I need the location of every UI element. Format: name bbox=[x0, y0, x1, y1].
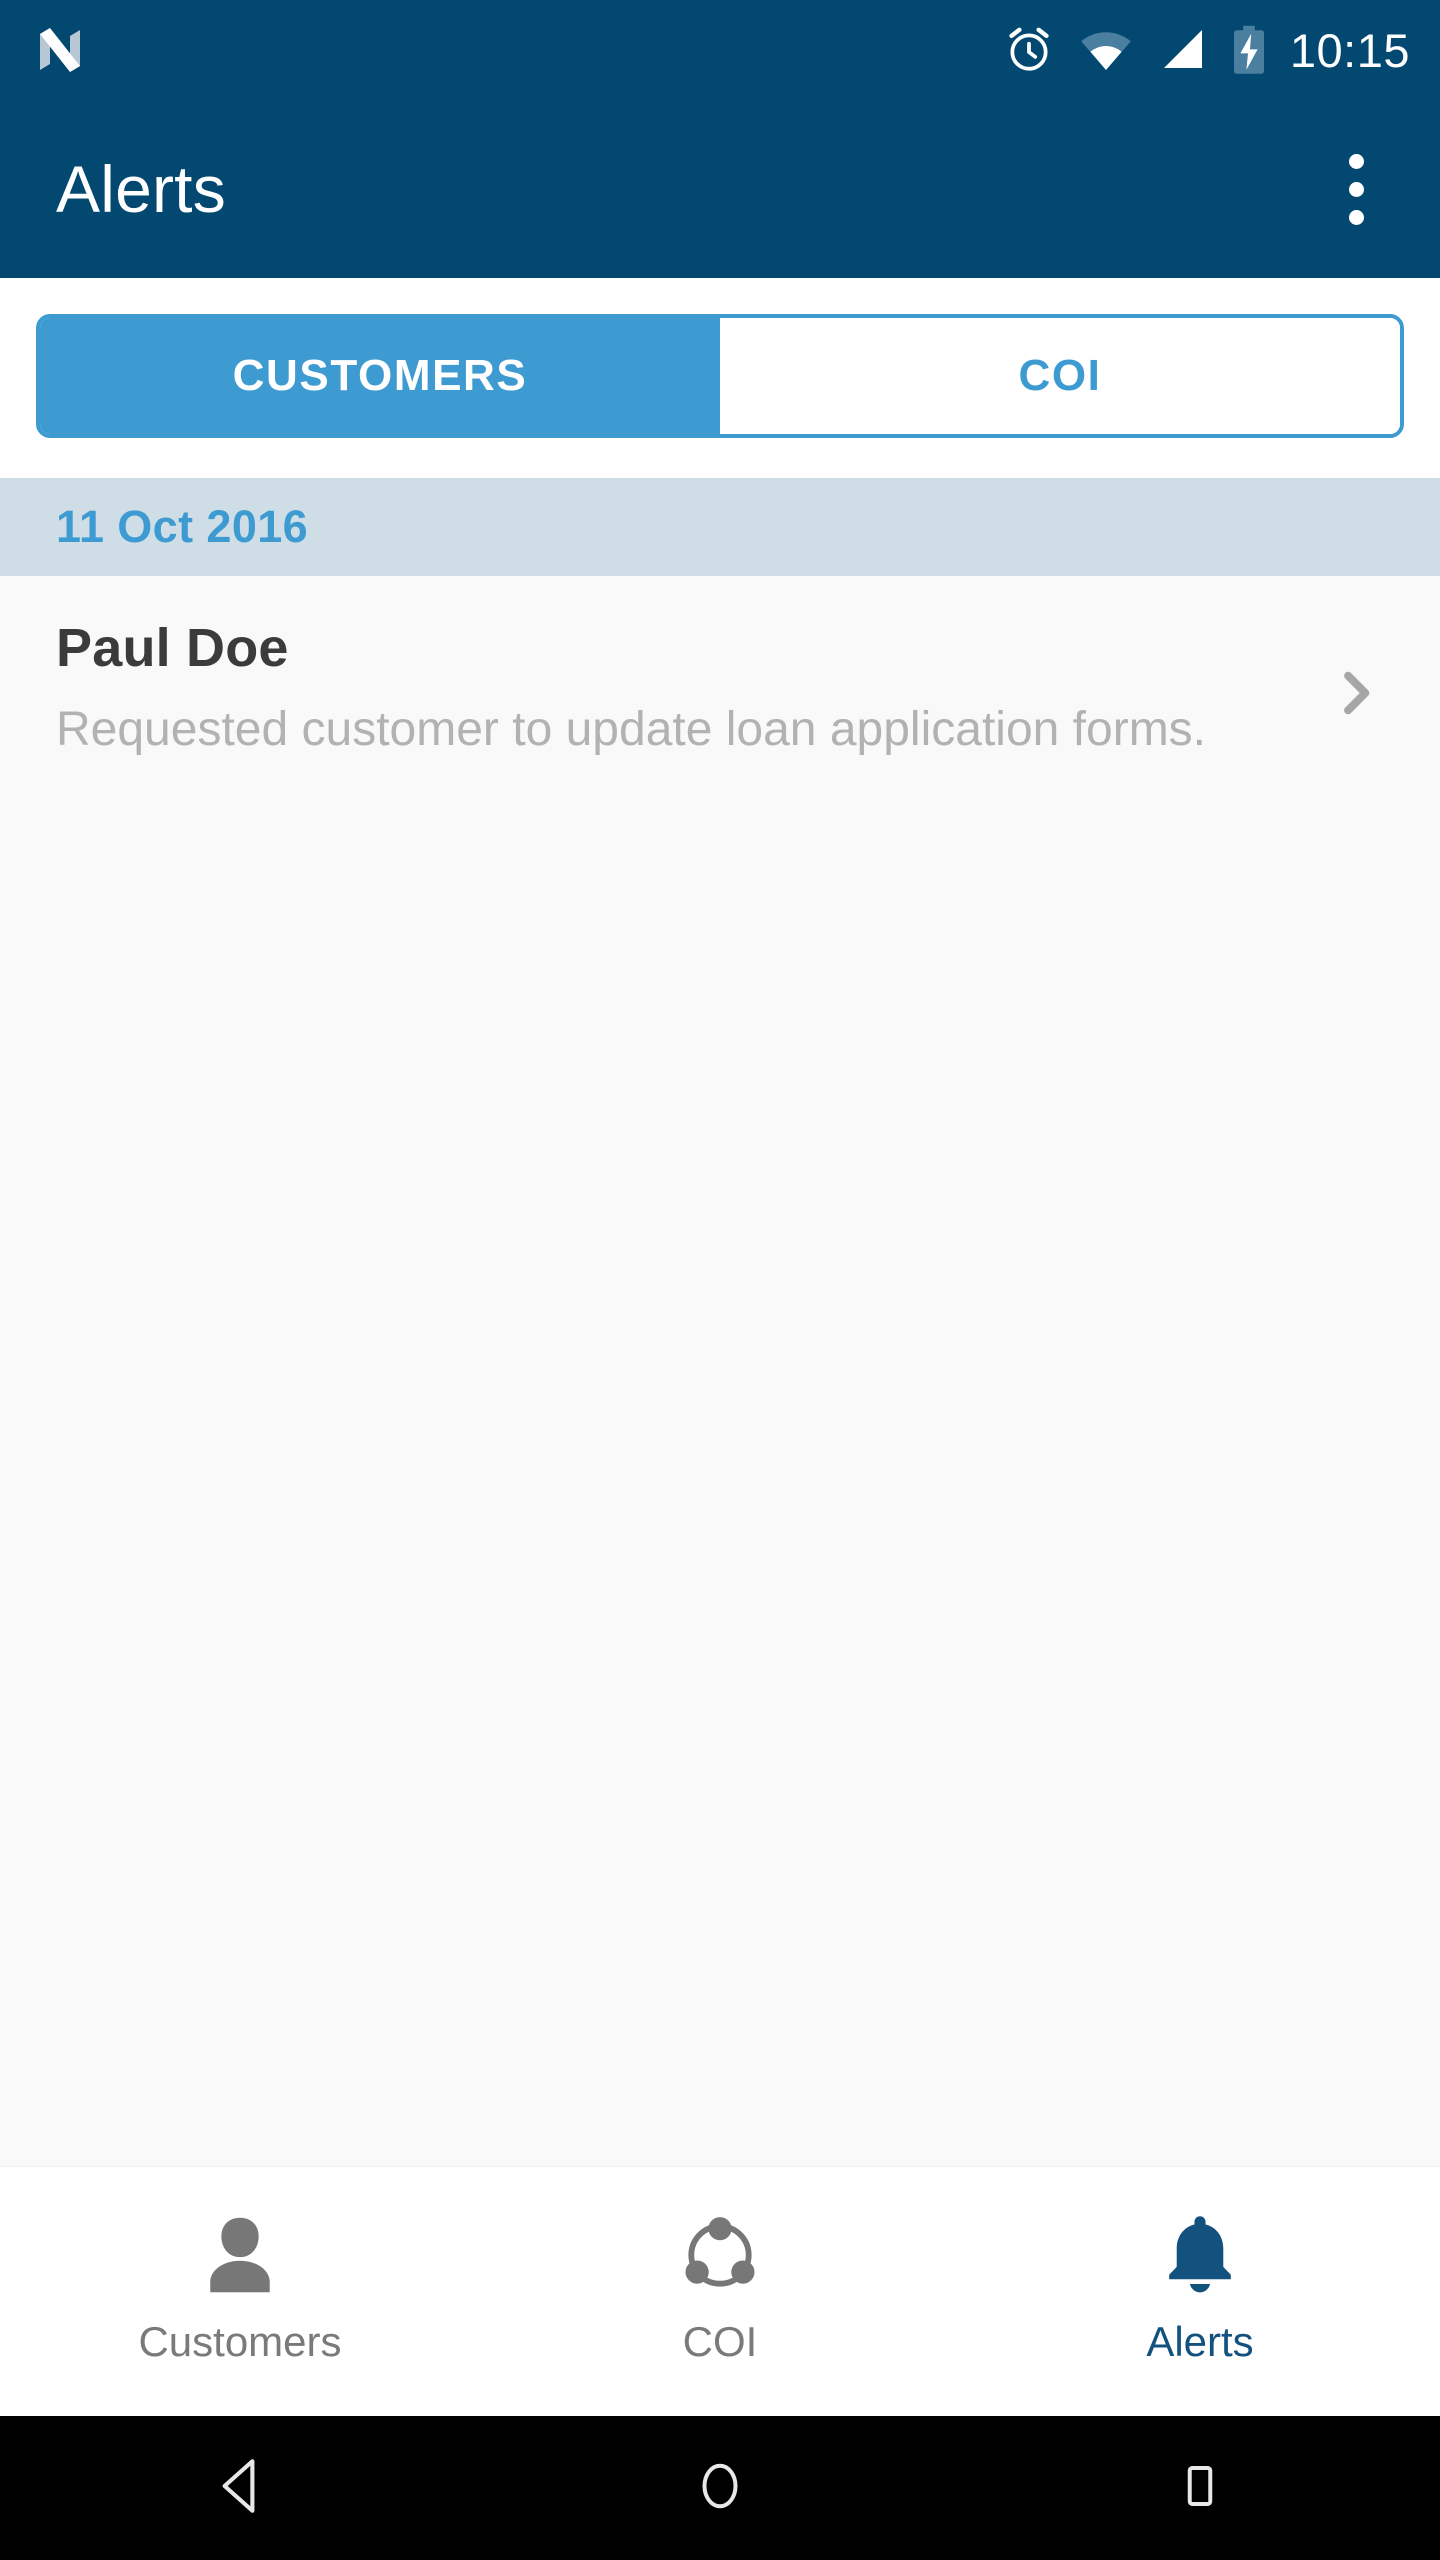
wifi-icon bbox=[1080, 25, 1132, 75]
cellular-signal-icon bbox=[1158, 26, 1206, 74]
recents-button[interactable] bbox=[960, 2416, 1440, 2560]
overflow-dot-icon bbox=[1348, 209, 1364, 225]
status-bar-icons bbox=[1004, 25, 1266, 75]
tab-coi[interactable]: COI bbox=[720, 318, 1400, 434]
overflow-dot-icon bbox=[1348, 181, 1364, 197]
network-nodes-icon bbox=[679, 2207, 761, 2303]
alerts-list: Paul Doe Requested customer to update lo… bbox=[0, 576, 1440, 2166]
overflow-dot-icon bbox=[1348, 153, 1364, 169]
alarm-icon bbox=[1004, 25, 1054, 75]
nav-label-coi: COI bbox=[682, 2317, 758, 2365]
status-bar: 10:15 bbox=[0, 0, 1440, 100]
list-item-body: Paul Doe Requested customer to update lo… bbox=[56, 620, 1308, 761]
circle-home-icon bbox=[690, 2456, 750, 2521]
android-n-logo-icon bbox=[34, 24, 86, 76]
triangle-back-icon bbox=[207, 2453, 273, 2524]
overflow-menu-button[interactable] bbox=[1308, 141, 1404, 237]
nav-label-alerts: Alerts bbox=[1146, 2317, 1254, 2365]
list-item-title: Paul Doe bbox=[56, 618, 289, 678]
person-icon bbox=[197, 2207, 283, 2303]
list-date-header: 11 Oct 2016 bbox=[0, 478, 1440, 576]
list-item-chevron[interactable] bbox=[1308, 665, 1404, 726]
segmented-control: CUSTOMERS COI bbox=[36, 314, 1404, 438]
nav-label-customers: Customers bbox=[138, 2317, 342, 2365]
chevron-right-icon bbox=[1328, 665, 1384, 726]
nav-item-alerts[interactable]: Alerts bbox=[960, 2167, 1440, 2416]
phone-screen: 10:15 Alerts CUSTOMERS COI 11 Oct 2016 P… bbox=[0, 0, 1440, 2560]
home-button[interactable] bbox=[480, 2416, 960, 2560]
app-bar: Alerts bbox=[0, 100, 1440, 278]
list-item[interactable]: Paul Doe Requested customer to update lo… bbox=[0, 576, 1440, 805]
bottom-navigation: Customers COI Alerts bbox=[0, 2166, 1440, 2416]
battery-charging-icon bbox=[1232, 25, 1266, 75]
page-title: Alerts bbox=[56, 152, 226, 226]
tab-strip: CUSTOMERS COI bbox=[0, 278, 1440, 478]
nav-item-coi[interactable]: COI bbox=[480, 2167, 960, 2416]
tab-customers[interactable]: CUSTOMERS bbox=[40, 318, 720, 434]
nav-item-customers[interactable]: Customers bbox=[0, 2167, 480, 2416]
back-button[interactable] bbox=[0, 2416, 480, 2560]
bell-icon bbox=[1157, 2207, 1243, 2303]
status-bar-clock: 10:15 bbox=[1289, 23, 1410, 77]
list-date-label: 11 Oct 2016 bbox=[56, 501, 309, 552]
square-recents-icon bbox=[1172, 2458, 1228, 2519]
list-item-subtitle: Requested customer to update loan applic… bbox=[56, 702, 1207, 756]
android-system-nav bbox=[0, 2416, 1440, 2560]
